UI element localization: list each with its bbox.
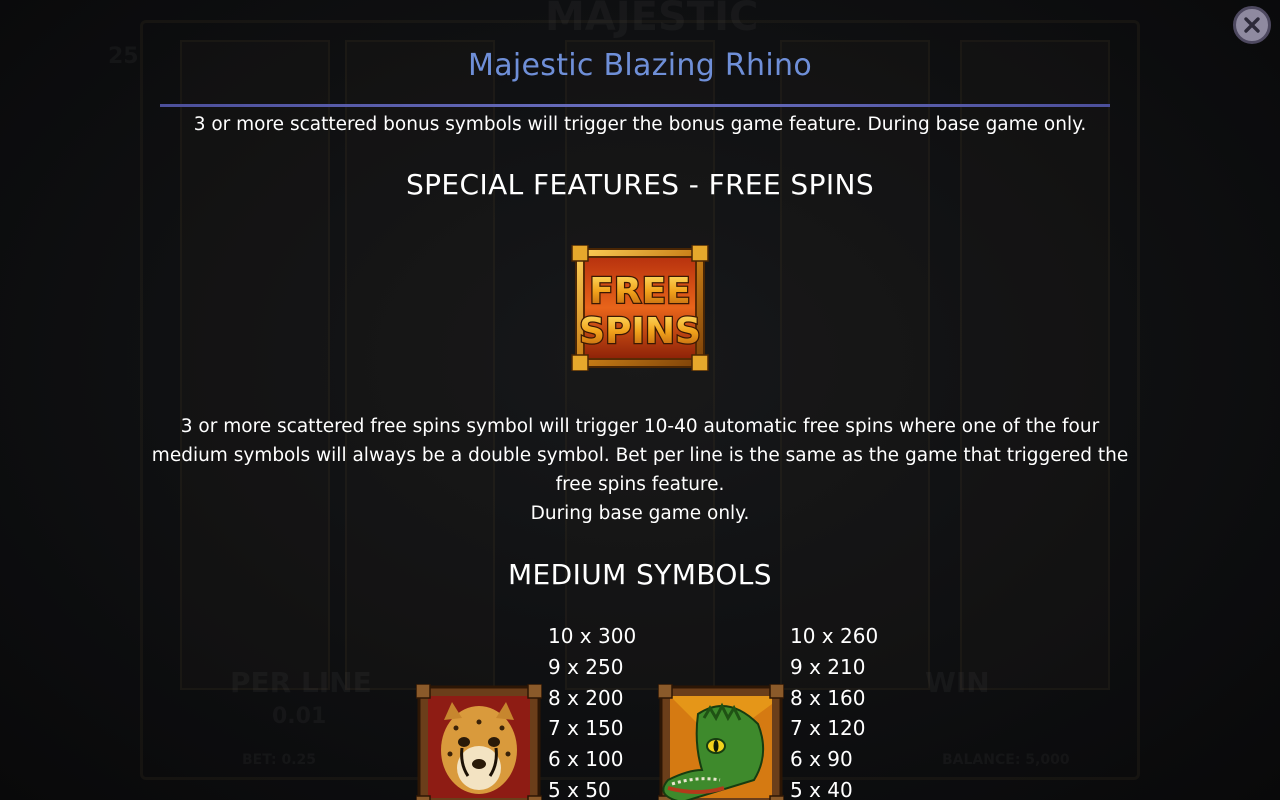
description-line: During base game only.	[530, 503, 750, 524]
crocodile-symbol-icon	[658, 684, 784, 800]
background-reel	[345, 40, 495, 690]
description-line: 3 or more scattered free spins symbol wi…	[180, 416, 1100, 437]
close-button[interactable]	[1233, 6, 1271, 44]
payout-row: 6 x 90	[790, 747, 853, 772]
description-line: medium symbols will always be a double s…	[151, 445, 1129, 466]
background-logo: MAJESTIC	[545, 0, 759, 40]
bonus-feature-text: 3 or more scattered bonus symbols will t…	[193, 114, 1087, 135]
payout-row: 5 x 40	[790, 777, 853, 800]
medium-symbols-heading: MEDIUM SYMBOLS	[508, 558, 772, 591]
free-spins-symbol-text-bottom: SPINS	[579, 311, 701, 352]
close-icon	[1244, 17, 1260, 33]
free-spins-heading: SPECIAL FEATURES - FREE SPINS	[405, 168, 875, 201]
background-reel	[960, 40, 1110, 690]
free-spins-description: 3 or more scattered free spins symbol wi…	[120, 412, 1160, 528]
cheetah-payouts: 10 x 300 9 x 250 8 x 200 7 x 150 6 x 100…	[548, 621, 636, 800]
payout-row: 7 x 120	[790, 716, 866, 741]
background-bet-text: BET: 0.25	[242, 752, 317, 768]
payout-row: 8 x 160	[790, 685, 866, 710]
payout-row: 8 x 200	[548, 685, 624, 710]
payout-row: 10 x 260	[790, 624, 879, 648]
background-win-label: WIN	[925, 666, 990, 699]
background-per-line-label: PER LINE	[230, 666, 372, 699]
payout-row: 5 x 50	[548, 777, 611, 800]
cheetah-symbol-icon	[416, 684, 542, 800]
payout-row: 10 x 300	[548, 624, 637, 648]
background-reel	[780, 40, 930, 690]
title-divider	[160, 104, 1110, 107]
crocodile-payouts: 10 x 260 9 x 210 8 x 160 7 x 120 6 x 90 …	[790, 621, 878, 800]
background-reel	[180, 40, 330, 690]
payout-row: 7 x 150	[548, 716, 624, 741]
free-spins-symbol-icon: FREE SPINS	[571, 245, 709, 371]
free-spins-symbol-text-top: FREE	[589, 271, 691, 312]
background-per-line-value: 0.01	[272, 704, 327, 729]
description-line: free spins feature.	[555, 474, 725, 495]
dialog-title: Majestic Blazing Rhino	[468, 48, 812, 83]
payout-row: 9 x 210	[790, 654, 866, 679]
background-balance-text: BALANCE: 5,000	[942, 752, 1070, 768]
paytable-screen: MAJESTIC 25 PER LINE 0.01 WIN BET: 0.25 …	[0, 0, 1280, 800]
payout-row: 9 x 250	[548, 654, 624, 679]
payout-row: 6 x 100	[548, 747, 624, 772]
